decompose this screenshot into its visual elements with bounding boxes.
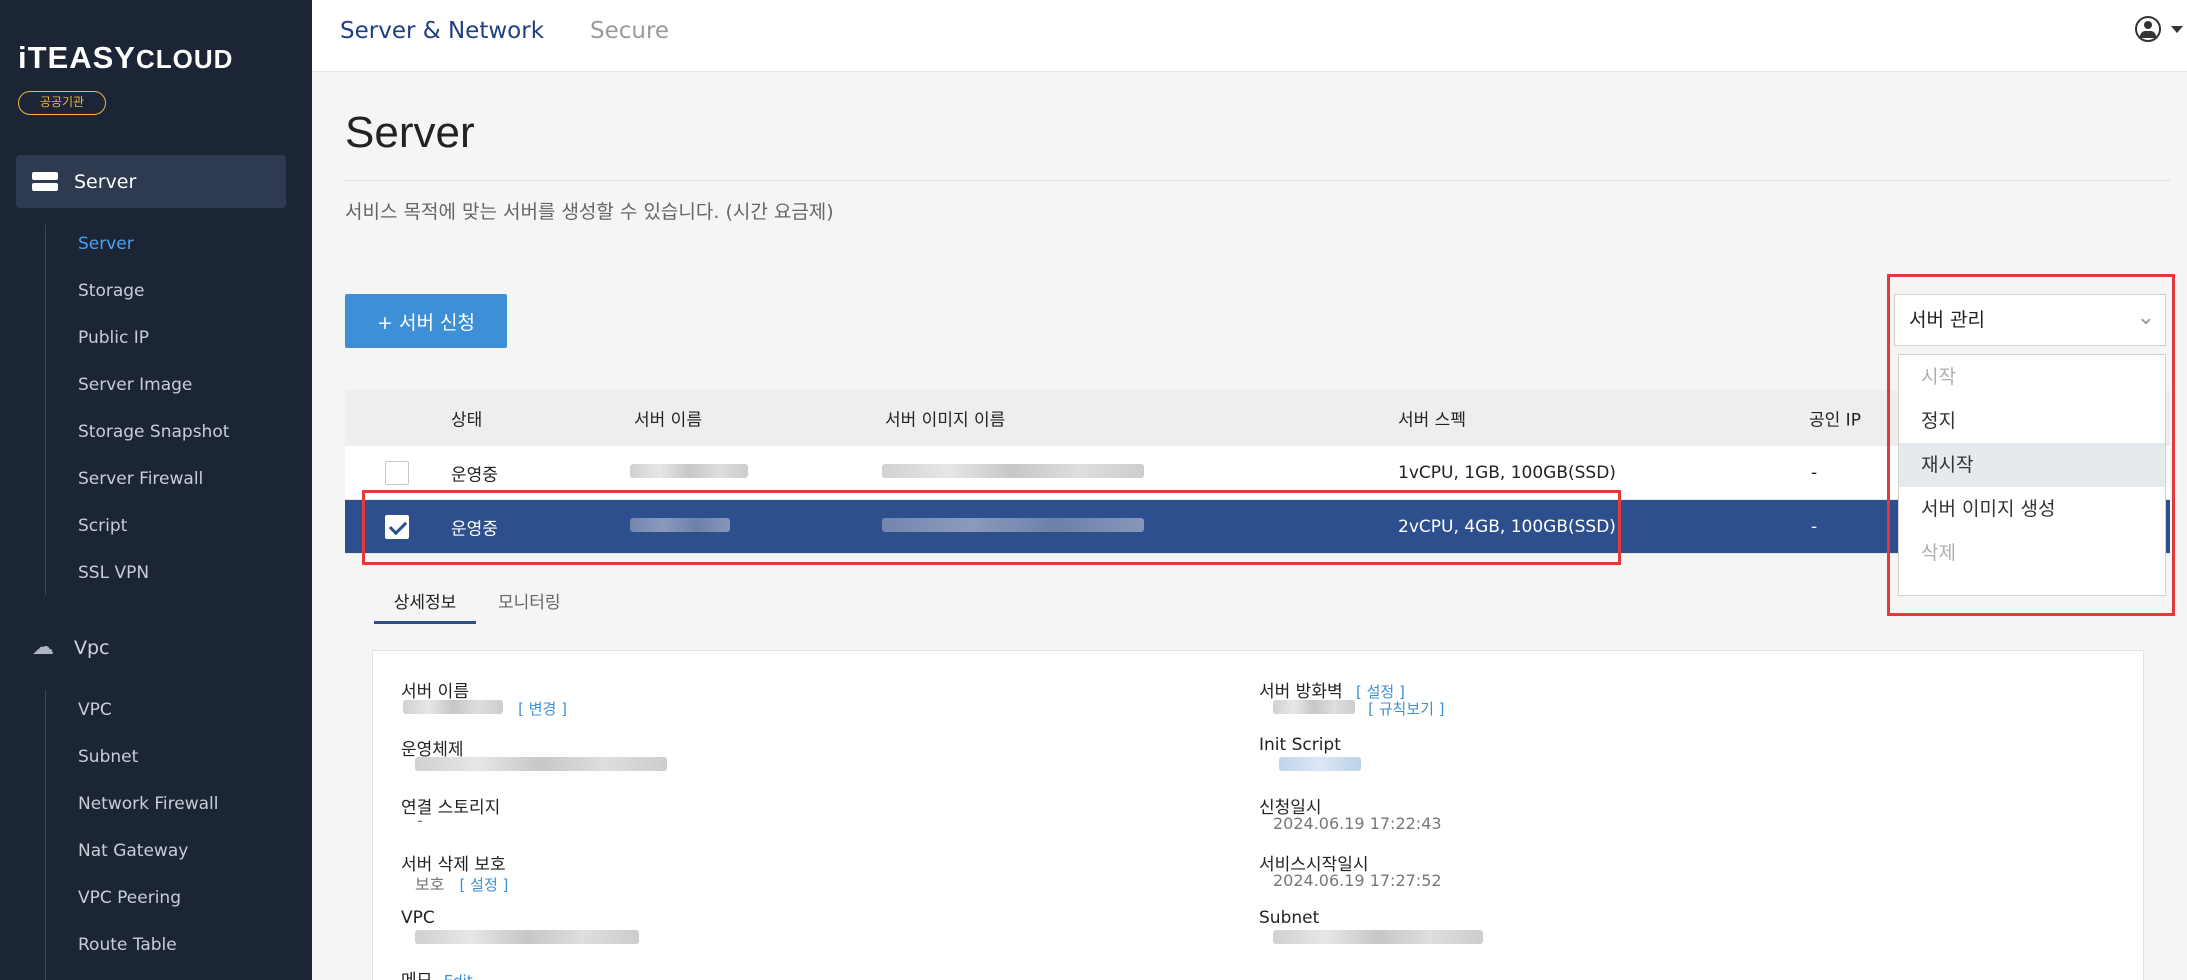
field-memo-label: 메모 Edit <box>401 966 473 980</box>
field-init-script-value[interactable] <box>1279 756 1361 775</box>
highlight-selected-row <box>362 490 1621 565</box>
server-name-cell <box>630 463 748 483</box>
sidebar-item-ssl-vpn[interactable]: SSL VPN <box>78 563 149 583</box>
field-request-date-value: 2024.06.19 17:22:43 <box>1273 814 1442 833</box>
add-server-button[interactable]: + 서버 신청 <box>345 294 507 348</box>
sidebar-group-label: Server <box>74 170 137 193</box>
col-spec[interactable]: 서버 스펙 <box>1398 406 1466 431</box>
sidebar-item-server-firewall[interactable]: Server Firewall <box>78 469 203 489</box>
sidebar: iTEASYCLOUD 공공기관 Server Server Storage P… <box>0 0 312 980</box>
firewall-rules-link[interactable]: [ 규칙보기 ] <box>1368 700 1444 718</box>
sidebar-item-nat-gateway[interactable]: Nat Gateway <box>78 841 188 861</box>
cloud-icon: ☁ <box>32 634 54 660</box>
col-status[interactable]: 상태 <box>451 406 482 431</box>
field-start-date-value: 2024.06.19 17:27:52 <box>1273 871 1442 890</box>
col-server-name[interactable]: 서버 이름 <box>634 406 702 431</box>
sidebar-item-server-image[interactable]: Server Image <box>78 375 192 395</box>
server-icon <box>32 171 58 192</box>
tab-secure[interactable]: Secure <box>590 18 669 44</box>
sidebar-divider <box>45 225 46 595</box>
status-cell: 운영중 <box>451 465 498 485</box>
field-firewall-value: [ 규칙보기 ] <box>1273 698 1445 719</box>
sidebar-group-label: Vpc <box>74 636 110 659</box>
field-delete-protect-value: 보호 [ 설정 ] <box>415 875 509 894</box>
memo-edit-link[interactable]: Edit <box>444 972 473 980</box>
user-icon[interactable] <box>2135 16 2161 42</box>
sidebar-item-vpc-peering[interactable]: VPC Peering <box>78 888 181 908</box>
org-badge: 공공기관 <box>18 91 106 115</box>
sidebar-item-storage[interactable]: Storage <box>78 281 145 301</box>
logo[interactable]: iTEASYCLOUD <box>18 40 233 76</box>
change-link[interactable]: [ 변경 ] <box>518 700 567 718</box>
field-subnet-value <box>1273 929 1483 948</box>
sidebar-item-vpc[interactable]: VPC <box>78 700 112 720</box>
field-init-script-label: Init Script <box>1259 735 1341 755</box>
sidebar-group-server[interactable]: Server <box>16 155 286 208</box>
sidebar-group-vpc[interactable]: ☁ Vpc <box>16 621 286 674</box>
ip-cell: - <box>1811 462 1818 483</box>
tab-details[interactable]: 상세정보 <box>374 588 476 613</box>
detail-panel: 서버 이름 [ 변경 ] 운영체제 연결 스토리지 - 서버 삭제 보호 보호 … <box>372 650 2144 980</box>
title-divider <box>345 180 2170 181</box>
tab-server-network[interactable]: Server & Network <box>340 18 544 44</box>
sidebar-item-public-ip[interactable]: Public IP <box>78 328 149 348</box>
active-tab-indicator <box>374 621 476 624</box>
tab-monitoring[interactable]: 모니터링 <box>498 588 561 613</box>
sidebar-item-server[interactable]: Server <box>78 234 134 254</box>
sidebar-item-route-table[interactable]: Route Table <box>78 935 177 955</box>
row-checkbox[interactable] <box>385 460 409 485</box>
ip-cell: - <box>1811 516 1818 537</box>
field-storage-value: - <box>417 811 423 830</box>
col-public-ip[interactable]: 공인 IP <box>1809 406 1861 431</box>
field-vpc-value <box>415 929 639 948</box>
page-description: 서비스 목적에 맞는 서버를 생성할 수 있습니다. (시간 요금제) <box>345 201 834 223</box>
protect-set-link[interactable]: [ 설정 ] <box>460 876 509 894</box>
page-title: Server <box>345 108 475 157</box>
sidebar-item-network-firewall[interactable]: Network Firewall <box>78 794 219 814</box>
field-os-value <box>415 756 667 775</box>
top-bar: Server & Network Secure <box>312 0 2187 72</box>
field-vpc-label: VPC <box>401 908 435 928</box>
image-name-cell <box>882 463 1144 483</box>
sidebar-item-storage-snapshot[interactable]: Storage Snapshot <box>78 422 229 442</box>
sidebar-divider <box>45 690 46 980</box>
spec-cell: 1vCPU, 1GB, 100GB(SSD) <box>1398 462 1616 483</box>
field-storage-label: 연결 스토리지 <box>401 798 501 818</box>
caret-down-icon[interactable] <box>2171 26 2183 33</box>
col-image-name[interactable]: 서버 이미지 이름 <box>885 406 1005 431</box>
sidebar-item-subnet[interactable]: Subnet <box>78 747 138 767</box>
highlight-manage-menu <box>1887 274 2175 616</box>
sidebar-item-script[interactable]: Script <box>78 516 127 536</box>
field-subnet-label: Subnet <box>1259 908 1320 928</box>
field-server-name-value: [ 변경 ] <box>403 698 567 719</box>
